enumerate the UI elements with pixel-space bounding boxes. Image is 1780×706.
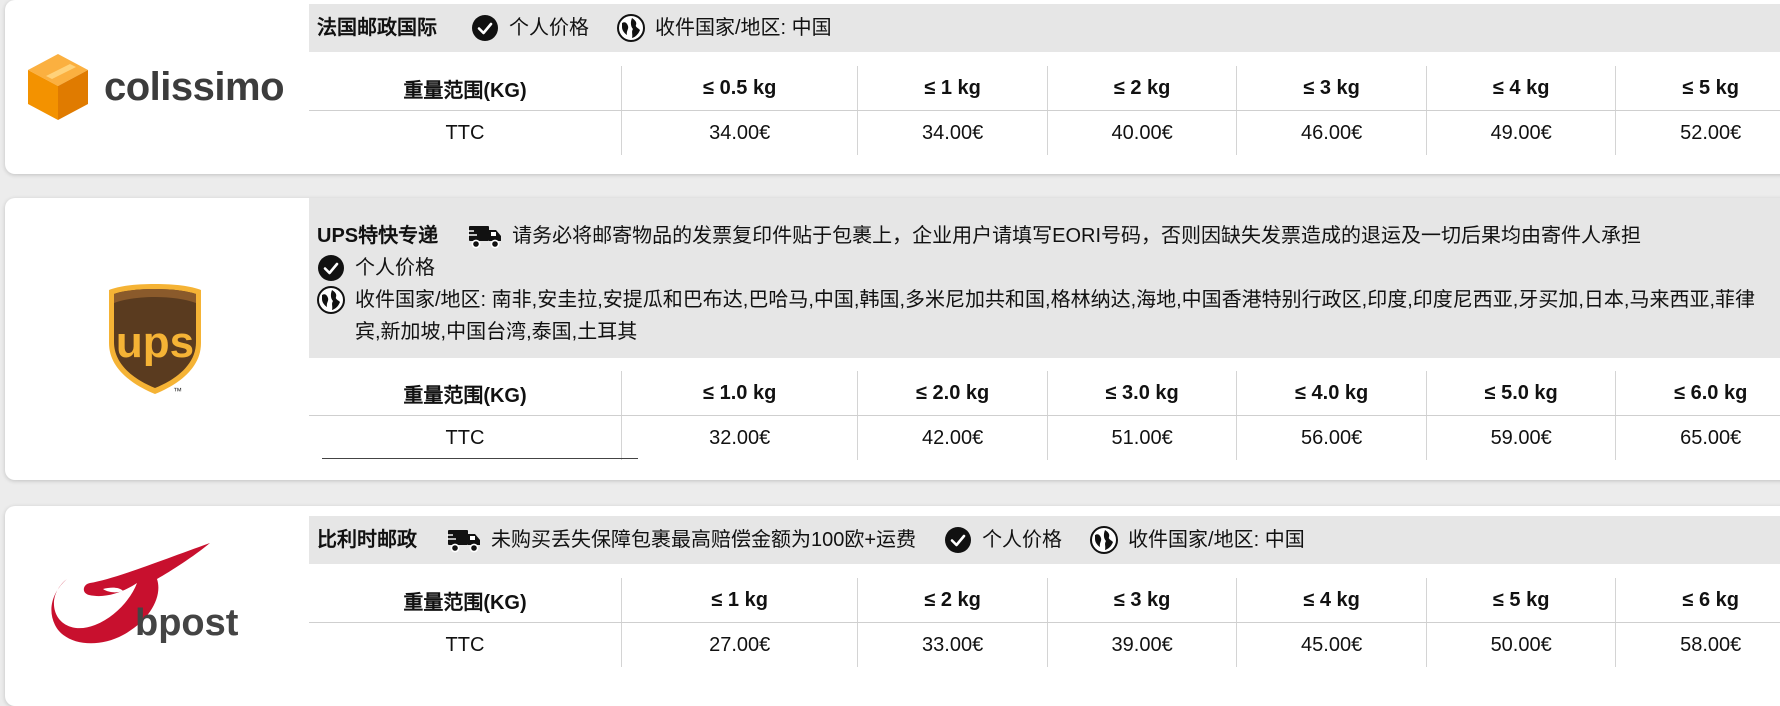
price-row-label: TTC (309, 415, 622, 460)
check-circle-icon (318, 255, 344, 281)
weight-column-header: ≤ 1 kg (621, 578, 859, 623)
table-header-row: 重量范围(KG) ≤ 0.5 kg ≤ 1 kg ≤ 2 kg ≤ 3 kg ≤… (309, 66, 1780, 111)
price-cell: 52.00€ (1680, 121, 1742, 144)
price-cell: 58.00€ (1680, 633, 1742, 656)
price-cell: 40.00€ (1047, 110, 1238, 155)
weight-column-header: ≤ 6 kg (1615, 578, 1780, 623)
truck-icon (468, 226, 502, 249)
weight-column-header: ≤ 3.0 kg (1047, 371, 1238, 416)
shipping-notice: 请务必将邮寄物品的发票复印件贴于包裹上，企业用户请填写EORI号码，否则因缺失发… (468, 220, 1641, 252)
price-cell: 42.00€ (857, 415, 1048, 460)
price-cell: 51.00€ (1047, 415, 1238, 460)
weight-range-header: 重量范围(KG) (309, 578, 622, 623)
shipping-card-bpost: bpost 比利时邮政 未购买丢失保障包裹最高赔偿金额为100欧+运费 个人价格… (5, 506, 1780, 706)
row-underline (322, 458, 638, 459)
weight-column-header: ≤ 3 kg (1236, 66, 1427, 111)
colissimo-logo: colissimo (5, 0, 305, 174)
weight-column-header: ≤ 2.0 kg (857, 371, 1048, 416)
weight-column-header: ≤ 6.0 kg (1615, 371, 1780, 416)
colissimo-wordmark: colissimo (103, 64, 285, 109)
bpost-logo: bpost (5, 506, 305, 686)
carrier-name: UPS特快专递 (317, 225, 439, 247)
price-row-label: TTC (309, 622, 622, 667)
price-cell: 46.00€ (1236, 110, 1427, 155)
table-row: TTC 34.00€ 34.00€ 40.00€ 46.00€ 49.00€ 5… (309, 110, 1780, 155)
price-cell: 27.00€ (621, 622, 859, 667)
weight-column-header: ≤ 3 kg (1047, 578, 1238, 623)
ups-trademark: ™ (173, 386, 182, 396)
personal-price-tag: 个人价格 (471, 12, 589, 44)
globe-icon (317, 286, 345, 314)
globe-icon (617, 14, 645, 42)
ups-logo: ups ™ (5, 198, 305, 480)
weight-column-header: ≤ 1 kg (857, 66, 1048, 111)
weight-column-header: ≤ 5.0 kg (1426, 371, 1617, 416)
rate-table: 重量范围(KG) ≤ 0.5 kg ≤ 1 kg ≤ 2 kg ≤ 3 kg ≤… (309, 66, 1780, 155)
check-circle-icon (945, 527, 972, 553)
table-header-row: 重量范围(KG) ≤ 1.0 kg ≤ 2.0 kg ≤ 3.0 kg ≤ 4.… (309, 371, 1780, 416)
weight-range-header: 重量范围(KG) (309, 371, 622, 416)
check-circle-icon (472, 15, 498, 41)
globe-icon (1090, 526, 1119, 554)
carrier-name: 法国邮政国际 (317, 17, 437, 39)
bpost-wordmark: bpost (135, 602, 239, 644)
destination-country-tag: 收件国家/地区: 中国 (1090, 524, 1305, 556)
carrier-name: 比利时邮政 (317, 529, 417, 551)
ups-shield-icon: ups (109, 284, 201, 394)
bpost-horn-icon (51, 543, 210, 644)
price-cell: 32.00€ (621, 415, 859, 460)
weight-column-header: ≤ 2 kg (857, 578, 1048, 623)
price-cell: 34.00€ (857, 110, 1048, 155)
price-cell: 39.00€ (1047, 622, 1238, 667)
truck-icon (447, 530, 480, 553)
price-cell: 65.00€ (1680, 426, 1742, 449)
price-cell: 56.00€ (1236, 415, 1427, 460)
price-cell: 33.00€ (857, 622, 1048, 667)
price-cell: 34.00€ (621, 110, 859, 155)
price-cell: 49.00€ (1426, 110, 1617, 155)
weight-column-header: ≤ 2 kg (1047, 66, 1238, 111)
rate-table: 重量范围(KG) ≤ 1 kg ≤ 2 kg ≤ 3 kg ≤ 4 kg ≤ 5… (309, 578, 1780, 667)
weight-column-header: ≤ 4 kg (1426, 66, 1617, 111)
colissimo-box-icon (27, 54, 88, 120)
weight-column-header: ≤ 5 kg (1426, 578, 1617, 623)
shipping-notice: 未购买丢失保障包裹最高赔偿金额为100欧+运费 (447, 524, 916, 556)
table-row: TTC 32.00€ 42.00€ 51.00€ 56.00€ 59.00€ 6… (309, 415, 1780, 460)
price-cell: 45.00€ (1236, 622, 1427, 667)
personal-price-tag: 个人价格 (944, 524, 1062, 556)
personal-price-tag: 个人价格 (317, 252, 435, 284)
shipping-card-ups: ups ™ UPS特快专递 请务必将邮寄物品的发票复印件贴于包裹上，企业用户请填… (5, 198, 1780, 480)
weight-column-header: ≤ 5 kg (1615, 66, 1780, 111)
weight-column-header: ≤ 1.0 kg (621, 371, 859, 416)
price-row-label: TTC (309, 110, 622, 155)
weight-column-header: ≤ 4.0 kg (1236, 371, 1427, 416)
weight-range-header: 重量范围(KG) (309, 66, 622, 111)
rate-table: 重量范围(KG) ≤ 1.0 kg ≤ 2.0 kg ≤ 3.0 kg ≤ 4.… (309, 371, 1780, 460)
table-header-row: 重量范围(KG) ≤ 1 kg ≤ 2 kg ≤ 3 kg ≤ 4 kg ≤ 5… (309, 578, 1780, 623)
weight-column-header: ≤ 0.5 kg (621, 66, 859, 111)
shipping-card-colissimo: colissimo 法国邮政国际 个人价格 收件国家/地区: 中国 重量范围(K… (5, 0, 1780, 174)
carrier-info-bar: UPS特快专递 请务必将邮寄物品的发票复印件贴于包裹上，企业用户请填写EORI号… (309, 198, 1780, 358)
weight-column-header: ≤ 4 kg (1236, 578, 1427, 623)
price-cell: 59.00€ (1426, 415, 1617, 460)
ups-wordmark: ups (116, 318, 194, 367)
carrier-info-bar: 法国邮政国际 个人价格 收件国家/地区: 中国 (309, 4, 1780, 52)
table-row: TTC 27.00€ 33.00€ 39.00€ 45.00€ 50.00€ 5… (309, 622, 1780, 667)
destination-country-tag: 收件国家/地区: 南非,安圭拉,安提瓜和巴布达,巴哈马,中国,韩国,多米尼加共和… (317, 284, 1780, 348)
price-cell: 50.00€ (1426, 622, 1617, 667)
destination-country-tag: 收件国家/地区: 中国 (617, 12, 832, 44)
carrier-info-bar: 比利时邮政 未购买丢失保障包裹最高赔偿金额为100欧+运费 个人价格 收件国家/… (309, 516, 1780, 564)
